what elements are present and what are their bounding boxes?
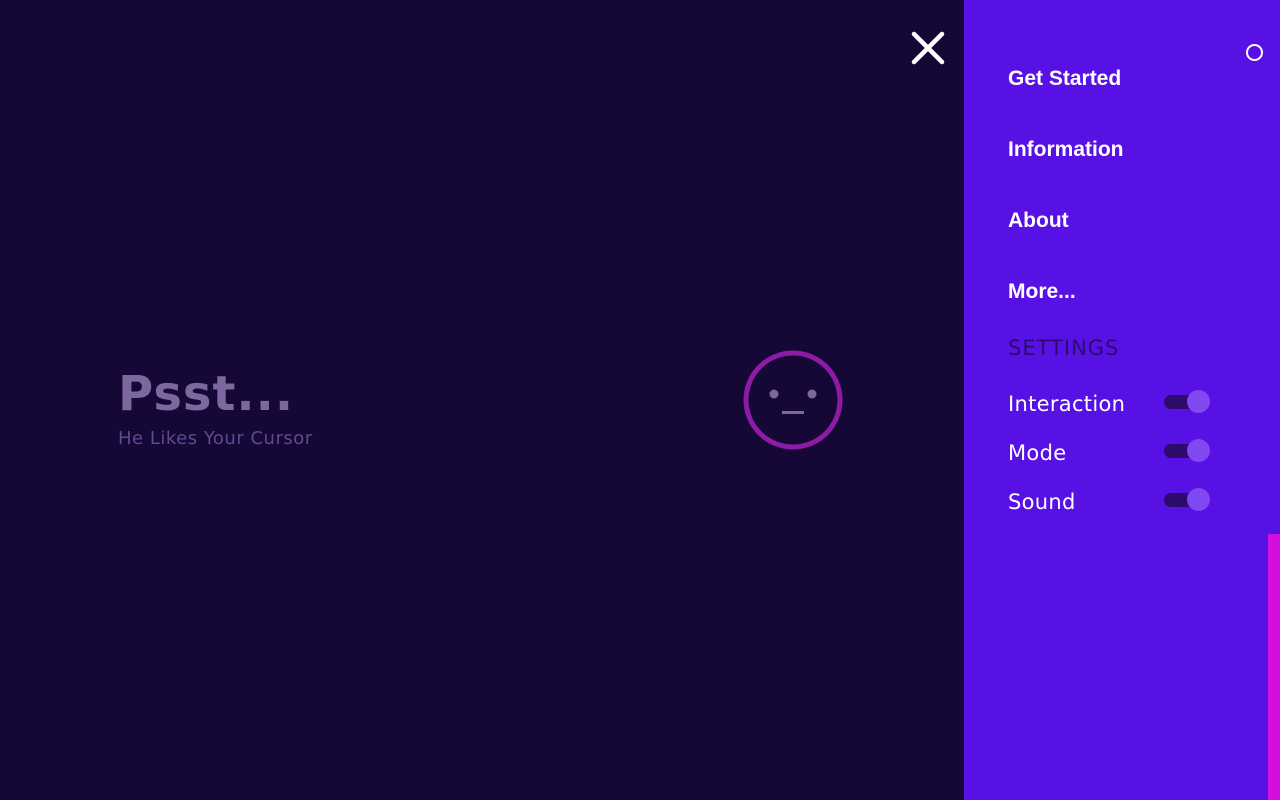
circle-icon: [1246, 44, 1263, 61]
menu-item-more[interactable]: More...: [1008, 280, 1076, 304]
settings-heading: SETTINGS: [1008, 336, 1120, 360]
setting-label-interaction: Interaction: [1008, 392, 1126, 416]
page: Psst... He Likes Your Cursor Get Started…: [0, 0, 1280, 800]
interaction-toggle[interactable]: [1164, 389, 1212, 415]
toggle-knob: [1187, 488, 1210, 511]
hero-subtitle: He Likes Your Cursor: [118, 428, 313, 449]
toggle-knob: [1187, 439, 1210, 462]
mode-toggle[interactable]: [1164, 438, 1212, 464]
sound-toggle[interactable]: [1164, 487, 1212, 513]
neutral-face-icon: [743, 350, 843, 450]
close-button[interactable]: [908, 28, 948, 68]
scrollbar-thumb[interactable]: [1268, 534, 1280, 800]
close-icon: [911, 31, 945, 65]
hero-title: Psst...: [118, 366, 295, 422]
menu-item-information[interactable]: Information: [1008, 138, 1124, 162]
menu-item-get-started[interactable]: Get Started: [1008, 67, 1121, 91]
menu-item-about[interactable]: About: [1008, 209, 1069, 233]
toggle-knob: [1187, 390, 1210, 413]
setting-label-mode: Mode: [1008, 441, 1067, 465]
setting-label-sound: Sound: [1008, 490, 1076, 514]
